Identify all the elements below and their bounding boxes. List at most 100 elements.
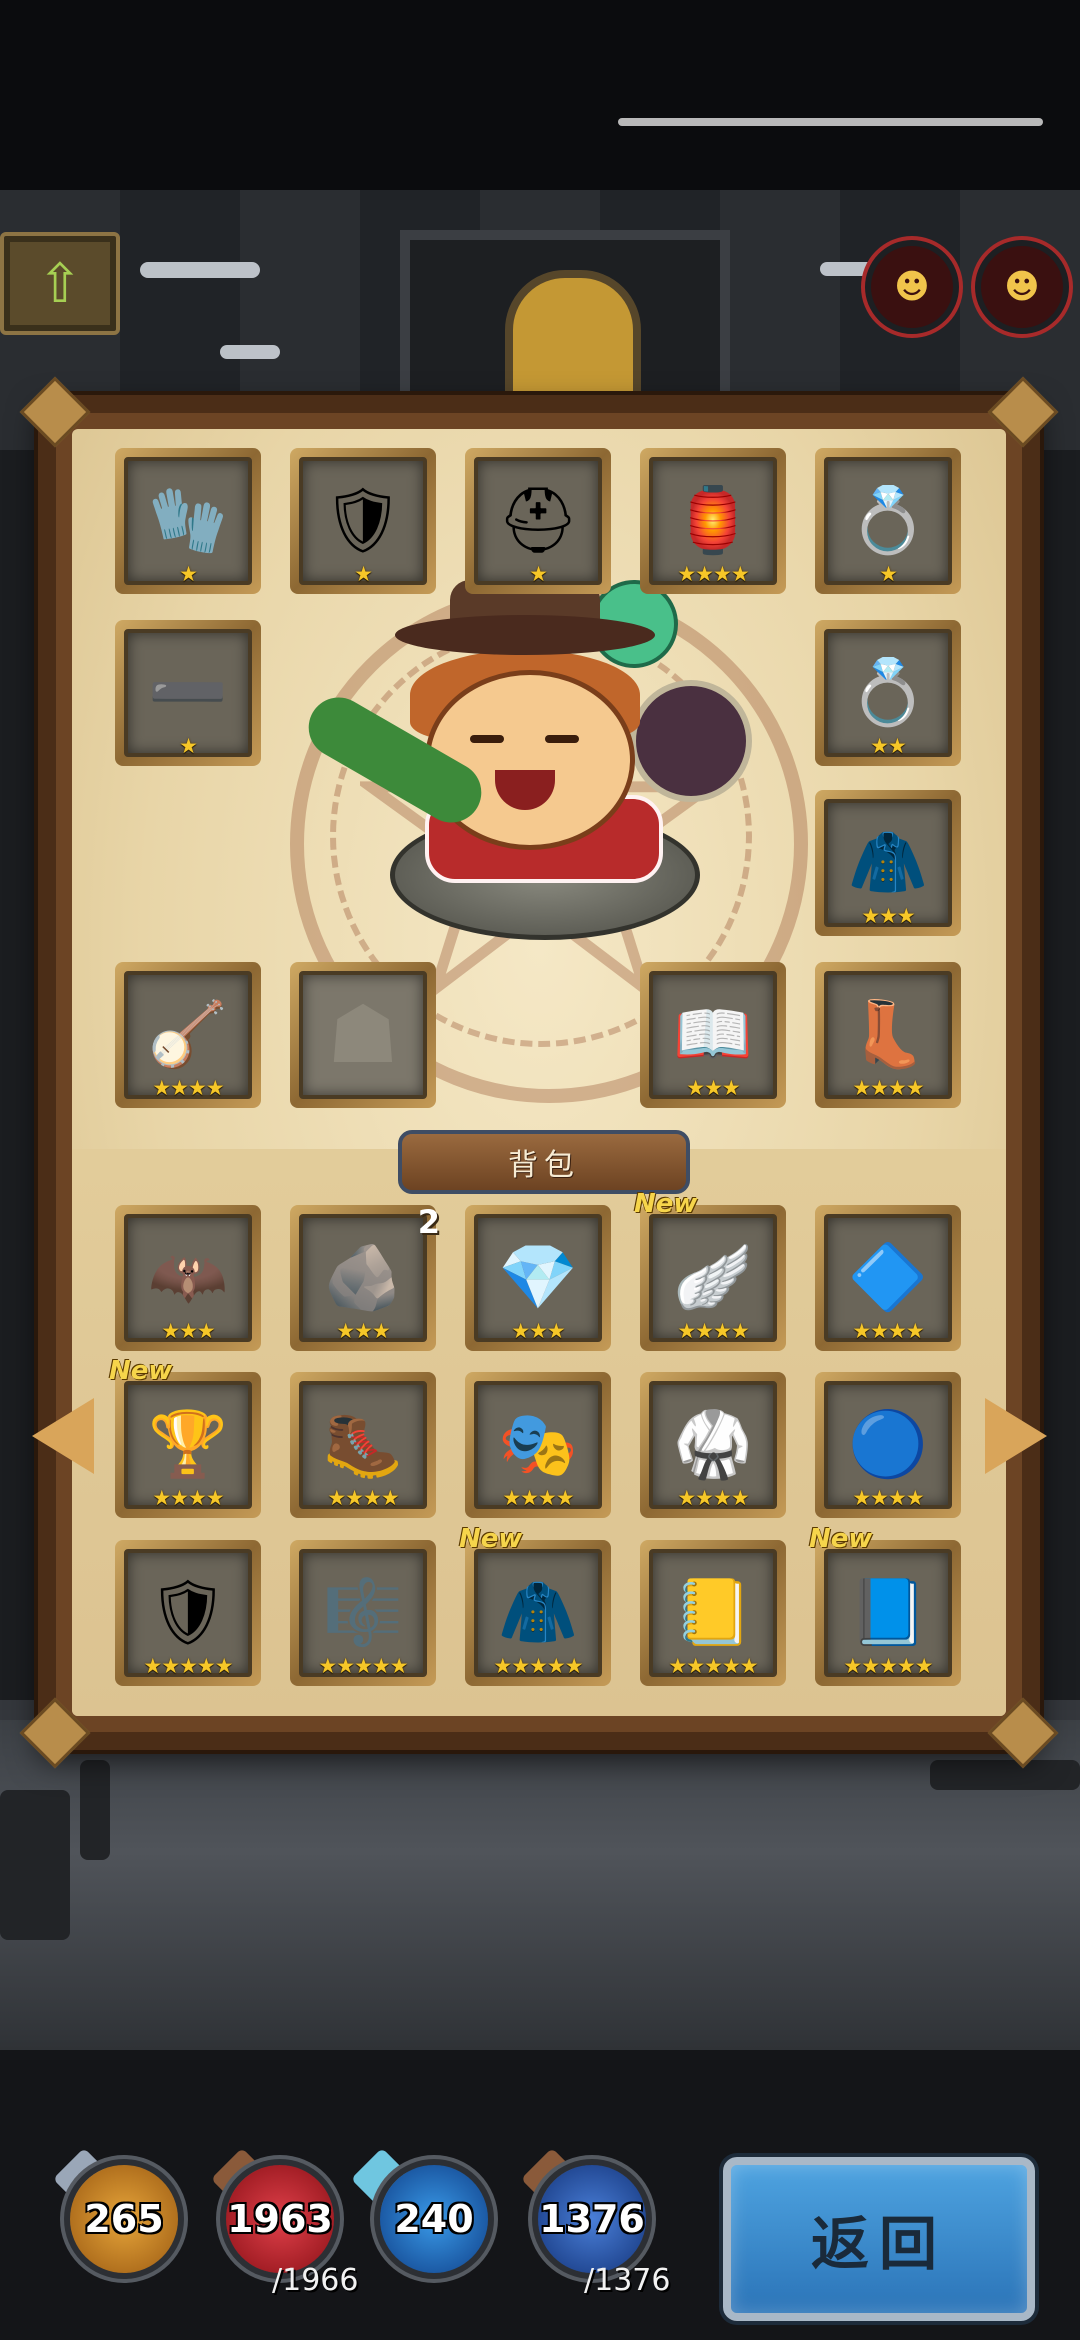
equip-slot-cloak[interactable]: 🧥 ★★★ (815, 790, 961, 936)
drum-icon (630, 680, 752, 802)
equip-slot-lute[interactable]: 🪕 ★★★★ (115, 962, 261, 1108)
bag-item-slot[interactable]: 🪨 ★★★ 2 (290, 1203, 440, 1351)
demon-face-icon: ☻ (1004, 267, 1040, 307)
hat-brim (395, 615, 655, 655)
level-up-button[interactable]: ⇧ (0, 232, 120, 335)
snow-patch (140, 262, 260, 278)
star-rating: ★★★★ (677, 562, 749, 586)
star-rating: ★★★★ (677, 1319, 749, 1343)
equip-slot-ring[interactable]: 💍 ★ (815, 448, 961, 594)
star-rating: ★★★★ (502, 1486, 574, 1510)
hp-value: 1963 (227, 2197, 333, 2241)
attack-value: 265 (84, 2197, 164, 2241)
star-rating: ★★★★ (852, 1076, 924, 1100)
tome-icon: 📒 (673, 1576, 753, 1650)
hp-max: /1966 (272, 2263, 359, 2298)
snow-patch (220, 345, 280, 359)
star-rating: ★ (179, 734, 198, 758)
new-badge: New (634, 1189, 698, 1219)
mana-resource: 1376 (538, 2165, 646, 2273)
attack-resource: 265 (70, 2165, 178, 2273)
equip-slot-book[interactable]: 📖 ★★★ (640, 962, 786, 1108)
star-rating: ★★★★★ (493, 1654, 583, 1678)
bag-next-arrow[interactable] (985, 1398, 1047, 1474)
bag-item-slot[interactable]: 📘 ★★★★★ New (809, 1524, 961, 1686)
star-rating: ★★★ (336, 1319, 390, 1343)
closed-eye (470, 735, 504, 743)
back-button[interactable]: 返回 (723, 2157, 1035, 2321)
bag-item-slot[interactable]: 🥾 ★★★★ (290, 1372, 436, 1518)
star-rating: ★★★★ (152, 1486, 224, 1510)
star-rating: ★★★★ (852, 1486, 924, 1510)
bag-item-slot[interactable]: 📒 ★★★★★ (640, 1540, 786, 1686)
bag-item-slot[interactable]: 🧥 ★★★★★ New (459, 1524, 611, 1686)
star-rating: ★★★★ (677, 1486, 749, 1510)
ring-icon: 💍 (848, 656, 928, 730)
bag-item-slot[interactable]: 🥋 ★★★★ (640, 1372, 786, 1518)
robe-icon: 🥋 (673, 1408, 753, 1482)
gauntlets-icon: 🧤 (148, 484, 228, 558)
bag-prev-arrow[interactable] (32, 1398, 94, 1474)
up-arrow-icon: ⇧ (37, 252, 83, 315)
equip-slot-gauntlets[interactable]: 🧤 ★ (115, 448, 261, 594)
enemy-portrait-2[interactable]: ☻ (975, 240, 1069, 334)
mana-value: 1376 (539, 2197, 645, 2241)
bag-item-slot[interactable]: 🪽 ★★★★ New (634, 1189, 786, 1351)
closed-eye (545, 735, 579, 743)
enemy-portrait-1[interactable]: ☻ (865, 240, 959, 334)
cloak-icon: 🧥 (498, 1576, 578, 1650)
bag-title: 背包 (398, 1130, 690, 1194)
bag-item-slot[interactable]: 🛡 ★★★★★ (115, 1540, 261, 1686)
bag-item-slot[interactable]: 💎 ★★★ (465, 1205, 611, 1351)
magic-resource: 240 (380, 2165, 488, 2273)
chest-armor-icon: 🛡 (322, 484, 404, 558)
star-rating: ★★★ (686, 1076, 740, 1100)
armor-icon: 🛡 (147, 1576, 229, 1650)
lute-icon: 🪕 (148, 998, 228, 1072)
bag-item-slot[interactable]: 🔷 ★★★★ (815, 1205, 961, 1351)
star-rating: ★ (529, 562, 548, 586)
equip-slot-boots[interactable]: 👢 ★★★★ (815, 962, 961, 1108)
bag-item-slot[interactable]: 🦇 ★★★ (115, 1205, 261, 1351)
pauldrons-icon: 🏆 (148, 1408, 228, 1482)
bracer-icon: 🔷 (848, 1241, 928, 1315)
bag-item-slot[interactable]: 🎭 ★★★★ (465, 1372, 611, 1518)
hood-icon: 🎭 (498, 1408, 578, 1482)
ring-icon: 💍 (848, 484, 928, 558)
equip-slot-chest[interactable]: 🛡 ★ (290, 448, 436, 594)
new-badge: New (109, 1356, 173, 1386)
bag-item-slot[interactable]: 🎼 ★★★★★ (290, 1540, 436, 1686)
rune-stone-icon: 🪨 (323, 1241, 403, 1315)
equip-slot-belt[interactable]: ➖ ★ (115, 620, 261, 766)
equip-slot-helmet[interactable]: ⛑ ★ (465, 448, 611, 594)
star-rating: ★ (179, 562, 198, 586)
star-rating: ★★★★ (852, 1319, 924, 1343)
snowy-ground (0, 1720, 1080, 2050)
star-rating: ★★★ (161, 1319, 215, 1343)
demon-face-icon: ☻ (894, 267, 930, 307)
bag-item-slot[interactable]: 🔵 ★★★★ (815, 1372, 961, 1518)
equip-slot-empty[interactable]: ☗ (290, 962, 436, 1108)
star-rating: ★★ (870, 734, 907, 758)
pipe (80, 1760, 110, 1860)
wing-helm-icon: 🪽 (673, 1241, 753, 1315)
boots-icon: 👢 (848, 998, 928, 1072)
star-rating: ★ (354, 562, 373, 586)
new-badge: New (809, 1524, 873, 1554)
magic-value: 240 (394, 2197, 474, 2241)
star-rating: ★★★★★ (318, 1654, 408, 1678)
cape-icon: 🦇 (148, 1241, 228, 1315)
mana-max: /1376 (584, 2263, 671, 2298)
equip-slot-ring-2[interactable]: 💍 ★★ (815, 620, 961, 766)
star-rating: ★★★ (861, 904, 915, 928)
game-scene: ⇧ ☻ ☻ 🧤 ★ 🛡 ★ ⛑ ★ 🏮 ★★★★ 💍 ★ ➖ ★ 💍 ★★ 🧥 … (0, 0, 1080, 2340)
equip-slot-lantern[interactable]: 🏮 ★★★★ (640, 448, 786, 594)
crystal-book-icon: 📘 (848, 1576, 928, 1650)
bag-item-slot[interactable]: 🏆 ★★★★ New (109, 1356, 261, 1518)
lantern-icon: 🏮 (673, 484, 753, 558)
belt-icon: ➖ (148, 656, 228, 730)
hero-character[interactable] (297, 560, 780, 960)
book-icon: 📖 (673, 998, 753, 1072)
hp-resource: 1963 (226, 2165, 334, 2273)
cloak-icon: 🧥 (848, 826, 928, 900)
